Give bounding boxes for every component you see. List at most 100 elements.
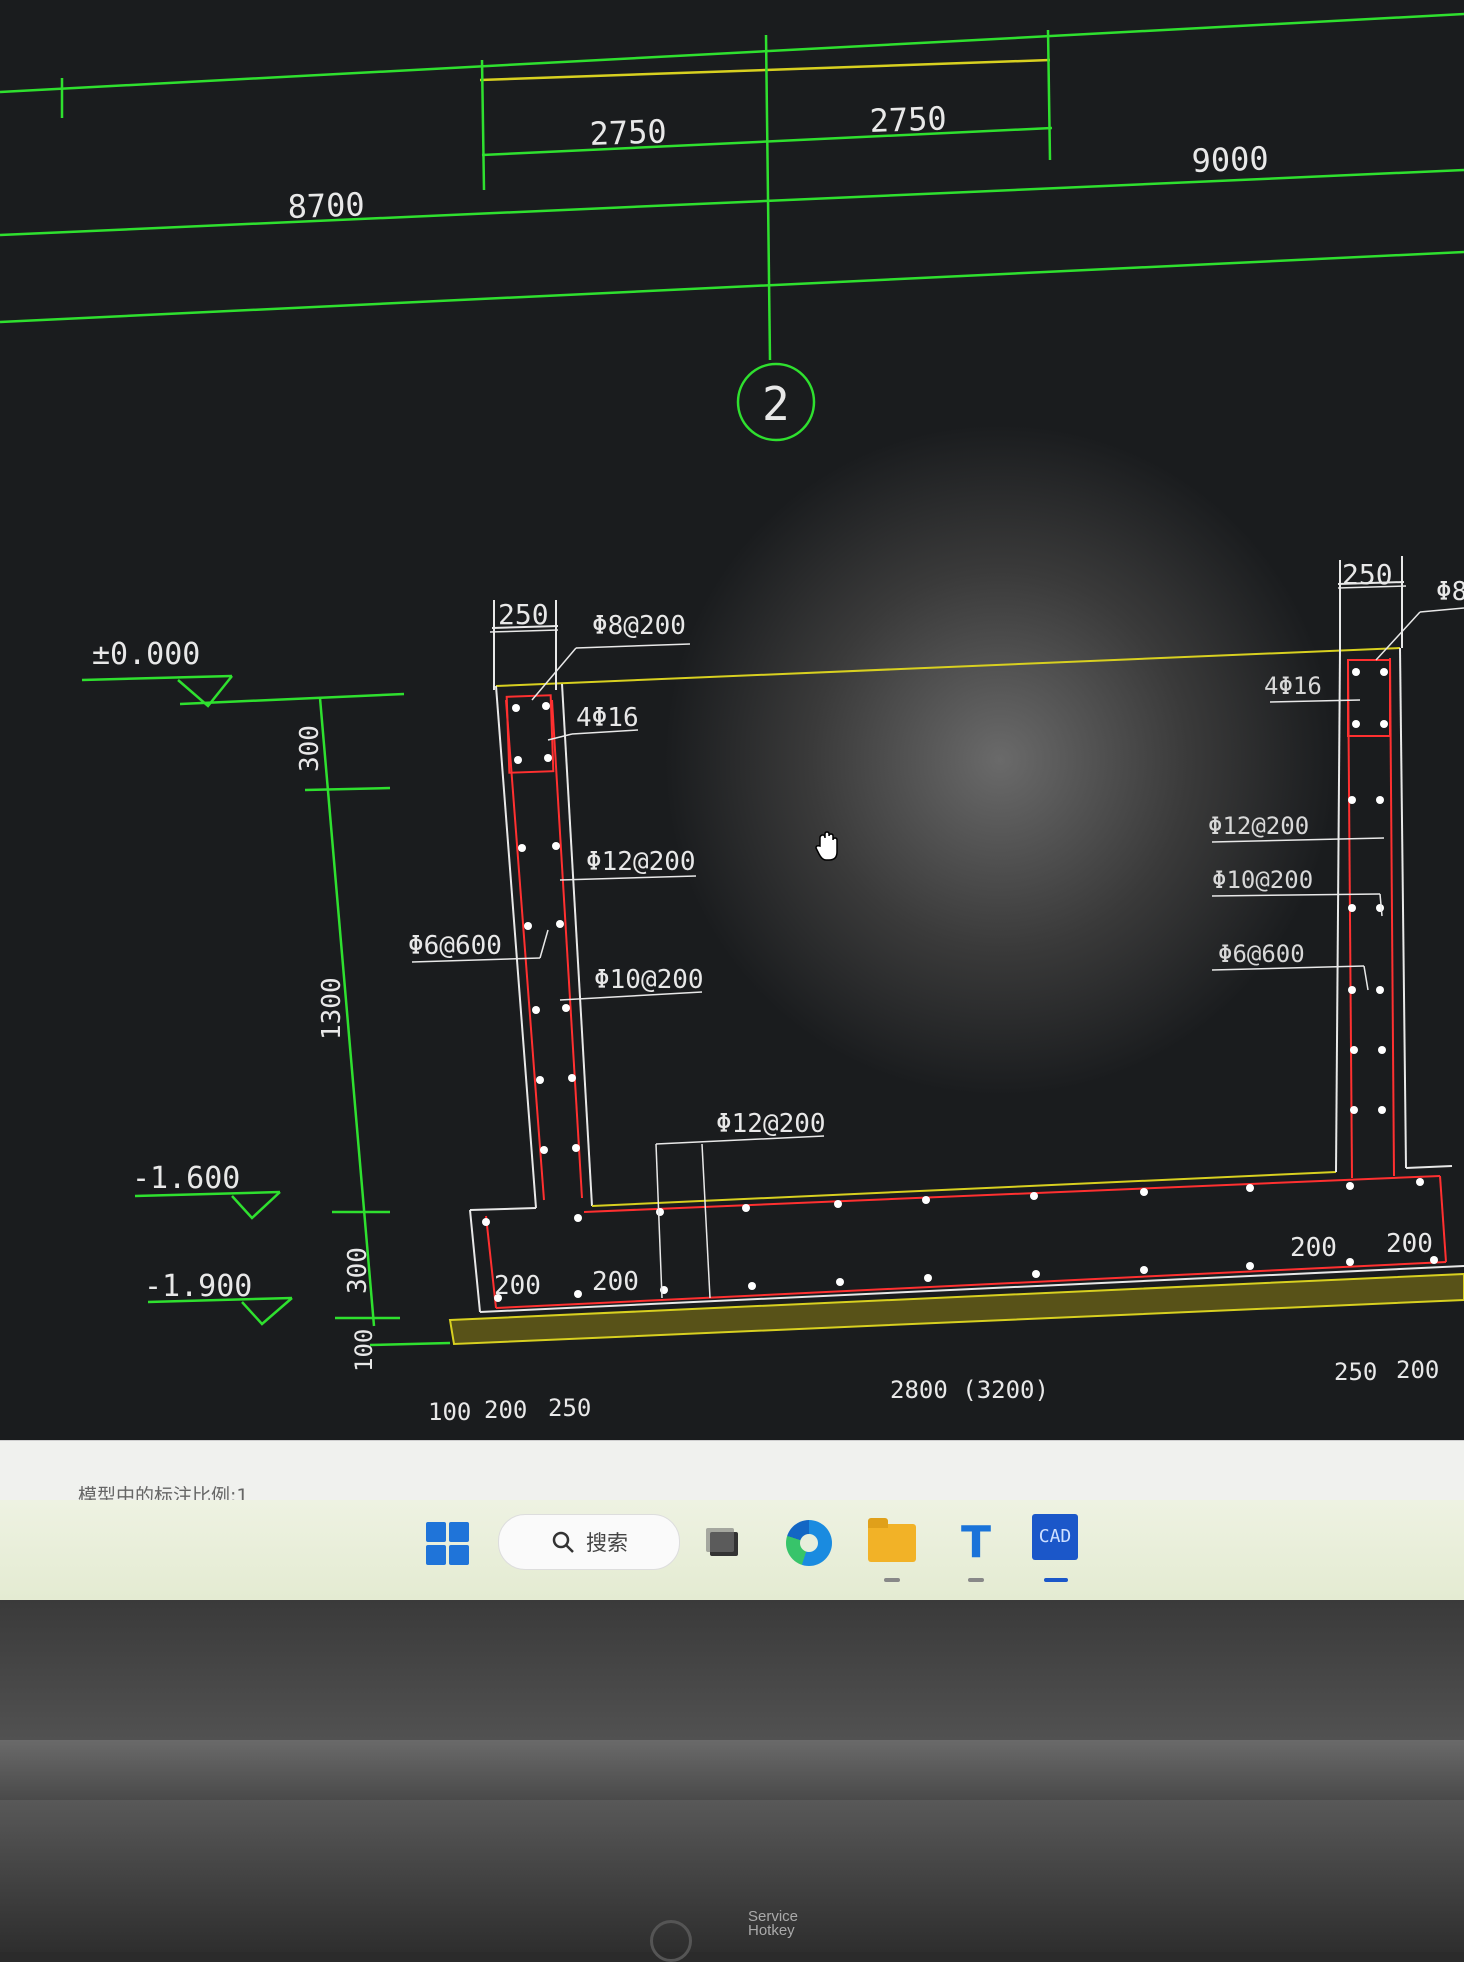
- rebar-dot: [562, 1004, 570, 1012]
- section-outline: [469, 556, 1464, 1313]
- rebar-dot: [482, 1218, 490, 1226]
- rebar-dot: [1352, 668, 1360, 676]
- laptop-hinge: [0, 1740, 1464, 1800]
- rebar-dot: [1378, 1106, 1386, 1114]
- rebar-dot: [1140, 1266, 1148, 1274]
- edge-browser-icon[interactable]: [786, 1520, 832, 1566]
- rebar-dot: [536, 1076, 544, 1084]
- task-view-icon[interactable]: [706, 1524, 742, 1560]
- dim-2750-right: 2750: [869, 99, 947, 140]
- rebar-stirrup-left: Φ6@600: [408, 931, 502, 961]
- wall-width-left: 250: [498, 598, 549, 631]
- rebar-dot: [922, 1196, 930, 1204]
- cad-app-icon[interactable]: CAD: [1032, 1514, 1078, 1560]
- rebar-dot: [1352, 720, 1360, 728]
- top-dimension-lines: [0, 12, 1464, 442]
- vdim-300-bottom: 300: [343, 1247, 373, 1294]
- bottom-dim-200: 200: [484, 1396, 527, 1424]
- rebar-dot: [574, 1214, 582, 1222]
- vdim-300-top: 300: [295, 725, 325, 772]
- rebar-dot: [1376, 796, 1384, 804]
- search-placeholder: 搜索: [586, 1531, 628, 1555]
- cad-drawing[interactable]: 2750 2750 8700 9000 2 ±0.000 -1.600 -1.9…: [0, 0, 1464, 1440]
- file-explorer-icon[interactable]: [868, 1518, 916, 1562]
- rebar-tie-right: Φ8: [1436, 577, 1464, 607]
- bottom-dim-250-right: 250: [1334, 1358, 1377, 1386]
- t-app-icon[interactable]: T: [954, 1518, 998, 1568]
- service-hotkey-label: Service Hotkey: [748, 1909, 798, 1939]
- rebar-dot: [1032, 1270, 1040, 1278]
- vdim-1300: 1300: [317, 977, 347, 1040]
- rebar-vertical-left: Φ12@200: [586, 847, 696, 877]
- wall-width-right: 250: [1342, 558, 1393, 591]
- hotkey-label: Hotkey: [748, 1922, 795, 1939]
- cad-drawing-canvas[interactable]: 2750 2750 8700 9000 2 ±0.000 -1.600 -1.9…: [0, 0, 1464, 1440]
- dim-8700: 8700: [287, 185, 365, 226]
- footing-dim-left-b: 200: [592, 1267, 639, 1297]
- rebar-dot: [568, 1074, 576, 1082]
- rebar-dot: [542, 702, 550, 710]
- rebar-dot: [1348, 796, 1356, 804]
- footing-dim-right-a: 200: [1290, 1233, 1337, 1263]
- rebar-dot: [552, 842, 560, 850]
- running-indicator: [884, 1578, 900, 1582]
- rebar-horizontal-left: Φ10@200: [594, 965, 704, 995]
- rebar-dot: [572, 1144, 580, 1152]
- rebar-dot: [834, 1200, 842, 1208]
- rebar-dot: [1348, 904, 1356, 912]
- rebar-dot: [1140, 1188, 1148, 1196]
- rebar-horizontal-right: Φ10@200: [1212, 866, 1313, 894]
- rebar-corner-left: 4Φ16: [576, 703, 639, 733]
- rebar-dot: [1380, 720, 1388, 728]
- bottom-dim-250: 250: [548, 1394, 591, 1422]
- rebar-slab: Φ12@200: [716, 1109, 826, 1139]
- bottom-dim-span: 2800 (3200): [890, 1376, 1049, 1404]
- running-indicator: [968, 1578, 984, 1582]
- active-indicator: [1044, 1578, 1068, 1582]
- elevation-0000: ±0.000: [92, 637, 200, 672]
- search-icon: [552, 1531, 574, 1553]
- rebar-dot: [748, 1282, 756, 1290]
- rebar-dot: [514, 756, 522, 764]
- rebar-dot: [556, 920, 564, 928]
- windows-start-icon[interactable]: [426, 1522, 470, 1566]
- rebar-dot: [512, 704, 520, 712]
- rebar-dot: [1350, 1106, 1358, 1114]
- rebar-dot: [1378, 1046, 1386, 1054]
- rebar-vertical-right: Φ12@200: [1208, 812, 1309, 840]
- elevation-1600: -1.600: [132, 1161, 240, 1196]
- dim-2750-left: 2750: [589, 112, 667, 153]
- taskbar-search-box[interactable]: 搜索: [498, 1514, 680, 1570]
- windows-taskbar: 搜索 T CAD: [0, 1500, 1464, 1600]
- rebar-dot: [540, 1146, 548, 1154]
- bottom-dim-200-right: 200: [1396, 1356, 1439, 1384]
- bottom-dim-100: 100: [428, 1398, 471, 1426]
- rebar-dot: [1380, 668, 1388, 676]
- rebar-dot: [656, 1208, 664, 1216]
- rebar-dot: [1348, 986, 1356, 994]
- footing-dim-left-a: 200: [494, 1271, 541, 1301]
- rebar-dot: [1376, 904, 1384, 912]
- pan-hand-cursor: [815, 831, 838, 861]
- laptop-screen: 2750 2750 8700 9000 2 ±0.000 -1.600 -1.9…: [0, 0, 1464, 1600]
- grid-axis-label: 2: [762, 377, 790, 431]
- rebar-stirrup-right: Φ6@600: [1218, 940, 1305, 968]
- footing-dim-right-b: 200: [1386, 1229, 1433, 1259]
- rebar-dot: [1246, 1184, 1254, 1192]
- rebar-dot: [1416, 1178, 1424, 1186]
- rebar-dot: [518, 844, 526, 852]
- dim-9000: 9000: [1191, 139, 1269, 180]
- rebar-dot: [574, 1290, 582, 1298]
- rebar-dot: [1346, 1182, 1354, 1190]
- elevation-markers: [81, 674, 451, 1347]
- rebar-dot: [1346, 1258, 1354, 1266]
- rebar-dot: [1030, 1192, 1038, 1200]
- rebar-dot: [1376, 986, 1384, 994]
- rebar-corner-right: 4Φ16: [1264, 672, 1322, 700]
- camera-ring: [650, 1920, 692, 1962]
- rebar-dot: [1350, 1046, 1358, 1054]
- rebar-dot: [742, 1204, 750, 1212]
- rebar-dot: [544, 754, 552, 762]
- rebar-dot: [924, 1274, 932, 1282]
- rebar-dot: [524, 922, 532, 930]
